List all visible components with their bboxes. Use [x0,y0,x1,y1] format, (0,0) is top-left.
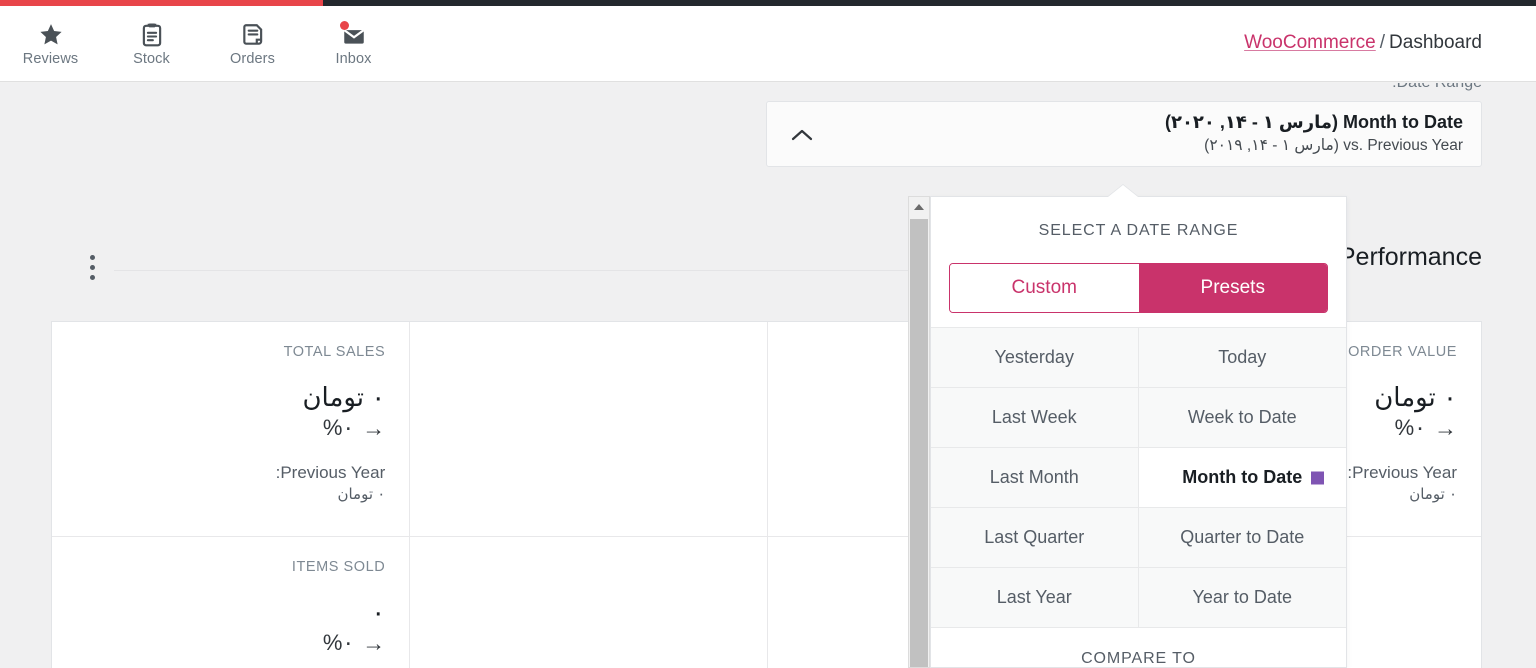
summary-card-delta: → %۰ [76,630,385,656]
page-body: Date Range: Month to Date (مارس ۱ - ۱۴, … [0,83,1536,668]
preset-label: Month to Date [1182,467,1303,487]
preset-label: Last Month [989,467,1079,487]
kebab-dot [89,274,95,280]
clipboard-icon [139,22,165,48]
admin-bar [0,0,1536,6]
screen-root: Reviews Stock Orders Inbox WooCommerce /… [0,0,1536,668]
summary-card-prev-value: ۰ تومان [337,486,386,503]
chevron-up-icon [791,128,813,142]
envelope-icon [339,20,367,48]
nav-item-inbox-label: Inbox [335,50,372,67]
preset-label: Quarter to Date [1180,527,1305,547]
nav-item-stock-label: Stock [133,50,170,67]
date-range-secondary: vs. Previous Year (مارس ۱ - ۱۴, ۲۰۱۹) [1204,137,1463,155]
preset-last-year[interactable]: Last Year [931,567,1139,627]
nav-item-reviews[interactable]: Reviews [0,6,101,82]
date-range-picker-button[interactable]: Month to Date (مارس ۱ - ۱۴, ۲۰۲۰) vs. Pr… [766,101,1482,167]
breadcrumb-separator: / [1379,32,1386,53]
summary-card-prev-label: Previous Year: [275,463,386,482]
activity-panel-tabs: Reviews Stock Orders Inbox [0,6,404,82]
preset-last-month[interactable]: Last Month [931,447,1139,507]
nav-item-inbox[interactable]: Inbox [303,6,404,82]
preset-label: Yesterday [994,347,1074,367]
preset-quarter-to-date[interactable]: Quarter to Date [1138,507,1346,567]
preset-yesterday[interactable]: Yesterday [931,327,1139,387]
preset-week-to-date[interactable]: Week to Date [1138,387,1346,447]
summary-card-delta: → %۰ [76,415,385,441]
trend-arrow-icon: → [362,629,386,656]
preset-last-quarter[interactable]: Last Quarter [931,507,1139,567]
breadcrumb: WooCommerce / Dashboard [1244,32,1482,54]
preset-label: Today [1218,347,1267,367]
preset-label: Last Week [991,407,1077,427]
nav-item-stock[interactable]: Stock [101,6,202,82]
date-range-field-label: Date Range: [1392,83,1482,92]
scrollbar-thumb[interactable] [910,219,928,667]
summary-card-delta-value: %۰ [322,415,355,440]
breadcrumb-link-woocommerce[interactable]: WooCommerce [1244,32,1376,53]
preset-list: Yesterday Today Last Week Week to Date Last … [931,327,1346,627]
popover-arrow [1108,185,1138,197]
activity-panel-navbar: Reviews Stock Orders Inbox WooCommerce /… [0,6,1536,82]
summary-card-delta-value: %۰ [1394,415,1426,440]
star-icon [38,22,64,48]
popover-scrollbar[interactable] [908,196,930,668]
preset-label: Last Year [996,587,1072,607]
popover-tab-group: Custom Presets [949,263,1328,313]
summary-card-label: ITEMS SOLD [291,559,386,575]
nav-item-orders-label: Orders [230,50,275,67]
nav-item-reviews-label: Reviews [22,50,79,67]
summary-card[interactable] [409,322,767,537]
triangle-up-icon [914,204,924,210]
preset-label: Last Quarter [984,527,1085,547]
popover-title: SELECT A DATE RANGE [1038,222,1239,239]
summary-card-delta-value: %۰ [322,630,355,655]
tab-presets[interactable]: Presets [1138,264,1327,312]
summary-card-value: ۰ تومان [302,382,386,412]
preset-year-to-date[interactable]: Year to Date [1138,567,1346,627]
kebab-menu-icon[interactable] [80,251,104,283]
breadcrumb-current: Dashboard [1389,32,1482,53]
preset-label: Week to Date [1187,407,1297,427]
preset-last-week[interactable]: Last Week [931,387,1139,447]
summary-card-label: TOTAL SALES [283,344,386,360]
compare-to-title: COMPARE TO [931,627,1346,668]
kebab-dot [89,254,95,260]
selected-indicator-icon [1311,471,1324,484]
scroll-up-button[interactable] [909,197,929,217]
preset-label: Year to Date [1192,587,1292,607]
tab-custom[interactable]: Custom [950,264,1139,312]
date-range-popover: SELECT A DATE RANGE Custom Presets Yeste… [930,196,1347,668]
document-icon [240,22,266,48]
nav-item-orders[interactable]: Orders [202,6,303,82]
summary-card[interactable]: ITEMS SOLD ۰ → %۰ [52,537,409,668]
kebab-dot [89,264,95,270]
page-title: Performance [1338,243,1482,271]
date-range-primary: Month to Date (مارس ۱ - ۱۴, ۲۰۲۰) [1164,112,1463,132]
page-load-progress-bar [0,0,323,6]
date-range-summary: Month to Date (مارس ۱ - ۱۴, ۲۰۲۰) vs. Pr… [1165,110,1463,157]
summary-card[interactable]: TOTAL SALES ۰ تومان → %۰ Previous Year: ۰ توم… [52,322,410,537]
inbox-notification-badge [339,20,349,30]
summary-card-value: ۰ [371,597,386,627]
trend-arrow-icon: → [362,414,386,441]
preset-today[interactable]: Today [1138,327,1346,387]
preset-month-to-date[interactable]: Month to Date [1138,447,1346,507]
trend-arrow-icon: → [1434,414,1457,441]
summary-card[interactable] [409,537,766,668]
